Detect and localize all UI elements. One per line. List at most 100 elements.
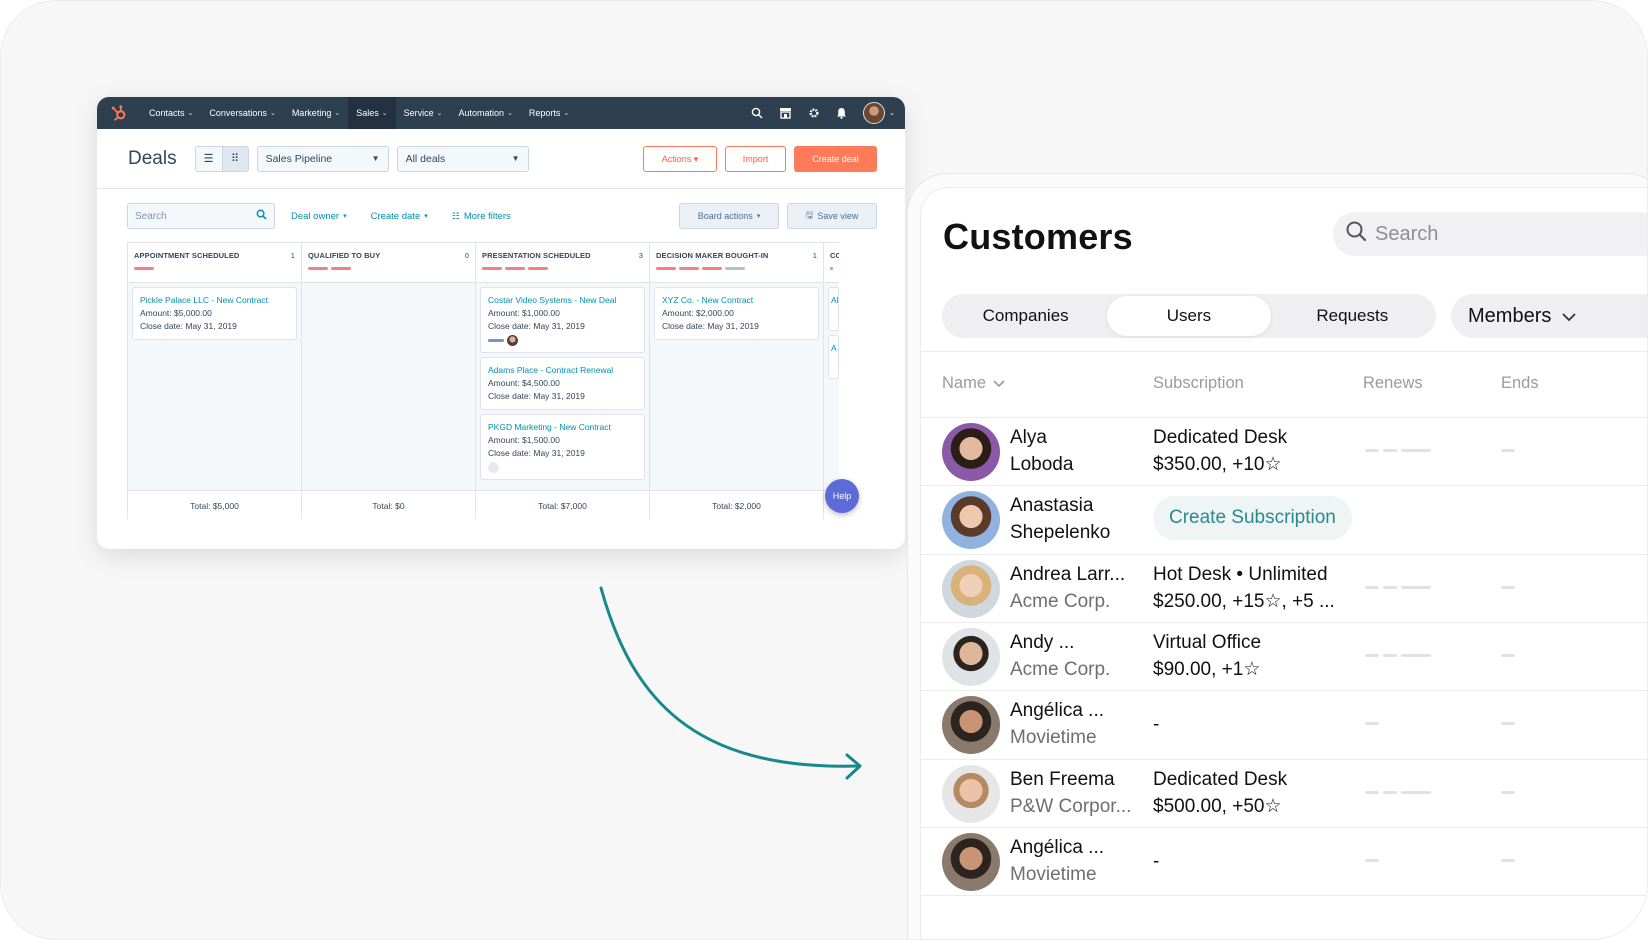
- tab-requests[interactable]: Requests: [1271, 296, 1434, 336]
- placeholder-dash: [1365, 653, 1379, 657]
- canvas-background: Contacts ⌄ Conversations ⌄ Marketing ⌄ Sales ⌄ S…: [0, 0, 1648, 940]
- placeholder-dash: [1401, 653, 1431, 657]
- customers-search-input[interactable]: Search: [1333, 212, 1647, 256]
- deal-card[interactable]: PKGD Marketing - New Contract Amount: $1,…: [480, 414, 645, 480]
- nav-item-sales[interactable]: Sales ⌄: [348, 97, 396, 129]
- search-icon: [256, 209, 267, 223]
- renews-placeholder: [1365, 585, 1431, 589]
- tab-companies[interactable]: Companies: [944, 296, 1107, 336]
- nav-item-conversations[interactable]: Conversations ⌄: [201, 97, 283, 129]
- amount-label: Amount:: [488, 435, 520, 445]
- deal-card[interactable]: XYZ Co. - New Contract Amount: $2,000.00 C…: [654, 287, 819, 340]
- nav-item-reports[interactable]: Reports ⌄: [521, 97, 577, 129]
- save-view-button[interactable]: 🖫 Save view: [787, 203, 877, 229]
- marketplace-icon[interactable]: [779, 107, 792, 119]
- subscription-price: $250.00, +15☆, +5 ...: [1153, 590, 1335, 612]
- deal-card[interactable]: Adams Place - Contract Renewal Amount: $4…: [480, 357, 645, 410]
- owner-avatar: [507, 335, 518, 346]
- customer-row[interactable]: Angélica ... Movietime -: [921, 827, 1647, 895]
- more-filters-link[interactable]: ☷ More filters: [452, 211, 511, 222]
- column-header-row: DECISION MAKER BOUGHT-IN 1: [656, 251, 817, 260]
- create-date-filter[interactable]: Create date ▾: [371, 211, 428, 222]
- search-icon: [1345, 220, 1367, 248]
- customer-row[interactable]: Andrea Larr... Acme Corp. Hot Desk • Unlim…: [921, 554, 1647, 622]
- members-dropdown[interactable]: Members: [1451, 294, 1647, 338]
- deal-name-link[interactable]: Costar Video Systems - New Deal: [488, 294, 637, 307]
- subscription-column-header[interactable]: Subscription: [1153, 374, 1244, 393]
- deal-card[interactable]: Pickle Palace LLC - New Contract Amount: …: [132, 287, 297, 340]
- amount-label: Amount:: [140, 308, 172, 318]
- close-date-value: May 31, 2019: [533, 391, 585, 401]
- deal-search-input[interactable]: Search: [127, 203, 275, 229]
- ends-placeholder: [1501, 858, 1515, 862]
- deal-name-link[interactable]: XYZ Co. - New Contract: [662, 294, 811, 307]
- subscription-plan: Hot Desk • Unlimited: [1153, 563, 1328, 585]
- amount-label: Amount:: [662, 308, 694, 318]
- nav-item-contacts[interactable]: Contacts ⌄: [141, 97, 201, 129]
- probability-bar: [134, 267, 154, 270]
- probability-bar: [830, 267, 833, 270]
- chevron-down-icon[interactable]: ⌄: [889, 109, 895, 117]
- nav-item-automation[interactable]: Automation ⌄: [450, 97, 520, 129]
- avatar: [942, 832, 1000, 891]
- customers-panel: Customers Search Companies Users Requests …: [920, 187, 1647, 939]
- column-count: 1: [290, 251, 295, 260]
- tab-users[interactable]: Users: [1107, 296, 1271, 336]
- customer-row[interactable]: Anastasia Shepelenko Create Subscription: [921, 485, 1647, 553]
- customer-row[interactable]: Alya Loboda Dedicated Desk $350.00, +10☆: [921, 417, 1647, 485]
- hubspot-logo-icon[interactable]: [109, 103, 129, 123]
- subscription-price: $500.00, +50☆: [1153, 795, 1282, 817]
- placeholder-dash: [1401, 449, 1431, 452]
- avatar: [942, 627, 1000, 686]
- deal-name-link[interactable]: Adams Place - Contract Renewal: [488, 364, 637, 377]
- amount-value: $1,500.00: [522, 435, 560, 445]
- top-nav: Contacts ⌄ Conversations ⌄ Marketing ⌄ Sales ⌄ S…: [97, 97, 905, 129]
- deal-amount: Amount: $1,000.00: [488, 307, 637, 320]
- subscription-info: Dedicated Desk $350.00, +10☆: [1153, 424, 1287, 478]
- close-date-label: Close date:: [488, 448, 531, 458]
- create-subscription-button[interactable]: Create Subscription: [1153, 496, 1352, 541]
- deal-name-link[interactable]: Al: [831, 294, 839, 307]
- board-view-icon[interactable]: ⠿: [221, 146, 248, 171]
- customer-row[interactable]: Angélica ... Movietime -: [921, 690, 1647, 758]
- nav-item-label: Automation: [458, 108, 505, 118]
- help-button[interactable]: Help: [825, 479, 859, 513]
- deal-owner-filter[interactable]: Deal owner ▾: [291, 211, 347, 222]
- settings-icon[interactable]: [808, 107, 820, 119]
- column-header-row: COI: [830, 251, 839, 260]
- customer-name-line: Angélica ...: [1010, 836, 1104, 858]
- ends-column-header[interactable]: Ends: [1501, 374, 1539, 393]
- name-column-header[interactable]: Name: [942, 374, 1006, 393]
- placeholder-dash: [1401, 585, 1431, 589]
- nav-item-marketing[interactable]: Marketing ⌄: [284, 97, 348, 129]
- view-select[interactable]: All deals ▼: [396, 145, 529, 172]
- user-avatar[interactable]: [863, 102, 886, 124]
- deal-name-link[interactable]: Pickle Palace LLC - New Contract: [140, 294, 289, 307]
- customer-company: Acme Corp.: [1010, 590, 1111, 612]
- deal-card[interactable]: Al: [828, 287, 839, 331]
- renews-placeholder: [1365, 858, 1379, 862]
- customer-row[interactable]: Andy ... Acme Corp. Virtual Office $90.00, …: [921, 622, 1647, 690]
- renews-column-header[interactable]: Renews: [1363, 374, 1423, 393]
- create-deal-button[interactable]: Create deal: [794, 146, 877, 172]
- nav-item-service[interactable]: Service ⌄: [396, 97, 451, 129]
- notifications-icon[interactable]: [836, 107, 847, 119]
- close-date-value: May 31, 2019: [185, 321, 237, 331]
- close-date-value: May 31, 2019: [707, 321, 759, 331]
- search-icon[interactable]: [751, 107, 763, 119]
- board-actions-button[interactable]: Board actions ▾: [679, 203, 779, 229]
- caret-down-icon: ▼: [511, 154, 520, 163]
- list-view-icon[interactable]: ☰: [195, 146, 222, 171]
- pipeline-select[interactable]: Sales Pipeline ▼: [256, 145, 389, 172]
- deal-name-link[interactable]: PKGD Marketing - New Contract: [488, 421, 637, 434]
- import-button[interactable]: Import: [725, 146, 786, 172]
- subscription-price: $90.00, +1☆: [1153, 658, 1261, 680]
- filter-icon: ☷: [451, 210, 460, 221]
- deal-card[interactable]: A: [828, 335, 839, 379]
- deal-name-link[interactable]: A: [831, 342, 837, 355]
- amount-value: $2,000.00: [696, 308, 734, 318]
- actions-button[interactable]: Actions ▾: [643, 146, 717, 172]
- deal-card[interactable]: Costar Video Systems - New Deal Amount: $…: [480, 287, 645, 353]
- customer-row[interactable]: Ben Freema P&W Corpor... Dedicated Desk $50…: [921, 759, 1647, 827]
- deal-card-meta: [488, 335, 637, 346]
